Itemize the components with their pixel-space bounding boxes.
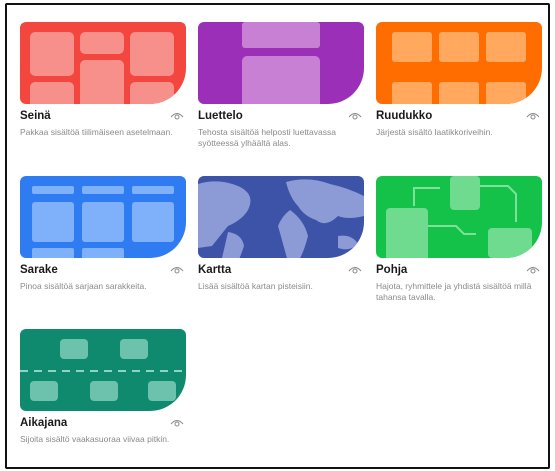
layout-description: Pinoa sisältöä sarjaan sarakkeita. <box>20 281 147 291</box>
layout-card-sarake[interactable]: Sarake Pinoa sisältöä sarjaan sarakkeita… <box>20 176 188 292</box>
layout-card-pohja[interactable]: Pohja Hajota, ryhmittele ja yhdistä sisä… <box>376 176 544 303</box>
layout-title: Kartta <box>198 264 232 276</box>
grid-layout-icon <box>376 22 542 104</box>
preview-eye-icon[interactable] <box>170 265 184 275</box>
layout-description: Lisää sisältöä kartan pisteisiin. <box>198 281 313 291</box>
layout-title: Luettelo <box>198 110 243 122</box>
preview-eye-icon[interactable] <box>348 265 362 275</box>
layout-card-kartta[interactable]: Kartta Lisää sisältöä kartan pisteisiin. <box>198 176 366 292</box>
layout-card-luettelo[interactable]: Luettelo Tehosta sisältöä helposti luett… <box>198 22 366 149</box>
layout-description: Järjestä sisältö laatikkoriveihin. <box>376 127 493 137</box>
layout-description: Pakkaa sisältöä tiilimäiseen asetelmaan. <box>20 127 173 137</box>
layout-title: Aikajana <box>20 417 68 429</box>
canvas-layout-icon <box>376 176 542 258</box>
preview-eye-icon[interactable] <box>526 265 540 275</box>
preview-eye-icon[interactable] <box>526 111 540 121</box>
preview-eye-icon[interactable] <box>170 111 184 121</box>
layout-card-seina[interactable]: Seinä Pakkaa sisältöä tiilimäiseen asete… <box>20 22 188 138</box>
layout-card-aikajana[interactable]: Aikajana Sijoita sisältö vaakasuoraa vii… <box>20 329 188 445</box>
layout-title: Sarake <box>20 264 58 276</box>
preview-eye-icon[interactable] <box>348 111 362 121</box>
layout-title: Pohja <box>376 264 408 276</box>
layout-title: Seinä <box>20 110 51 122</box>
list-layout-icon <box>198 22 364 104</box>
map-layout-icon <box>198 176 364 258</box>
layout-description: Sijoita sisältö vaakasuoraa viivaa pitki… <box>20 434 170 444</box>
layout-title: Ruudukko <box>376 110 433 122</box>
preview-eye-icon[interactable] <box>170 418 184 428</box>
column-layout-icon <box>20 176 186 258</box>
timeline-layout-icon <box>20 329 186 411</box>
wall-layout-icon <box>20 22 186 104</box>
layout-description: Hajota, ryhmittele ja yhdistä sisältöä m… <box>376 281 532 302</box>
layout-card-ruudukko[interactable]: Ruudukko Järjestä sisältö laatikkoriveih… <box>376 22 544 138</box>
layout-description: Tehosta sisältöä helposti luettavassa sy… <box>198 127 336 148</box>
